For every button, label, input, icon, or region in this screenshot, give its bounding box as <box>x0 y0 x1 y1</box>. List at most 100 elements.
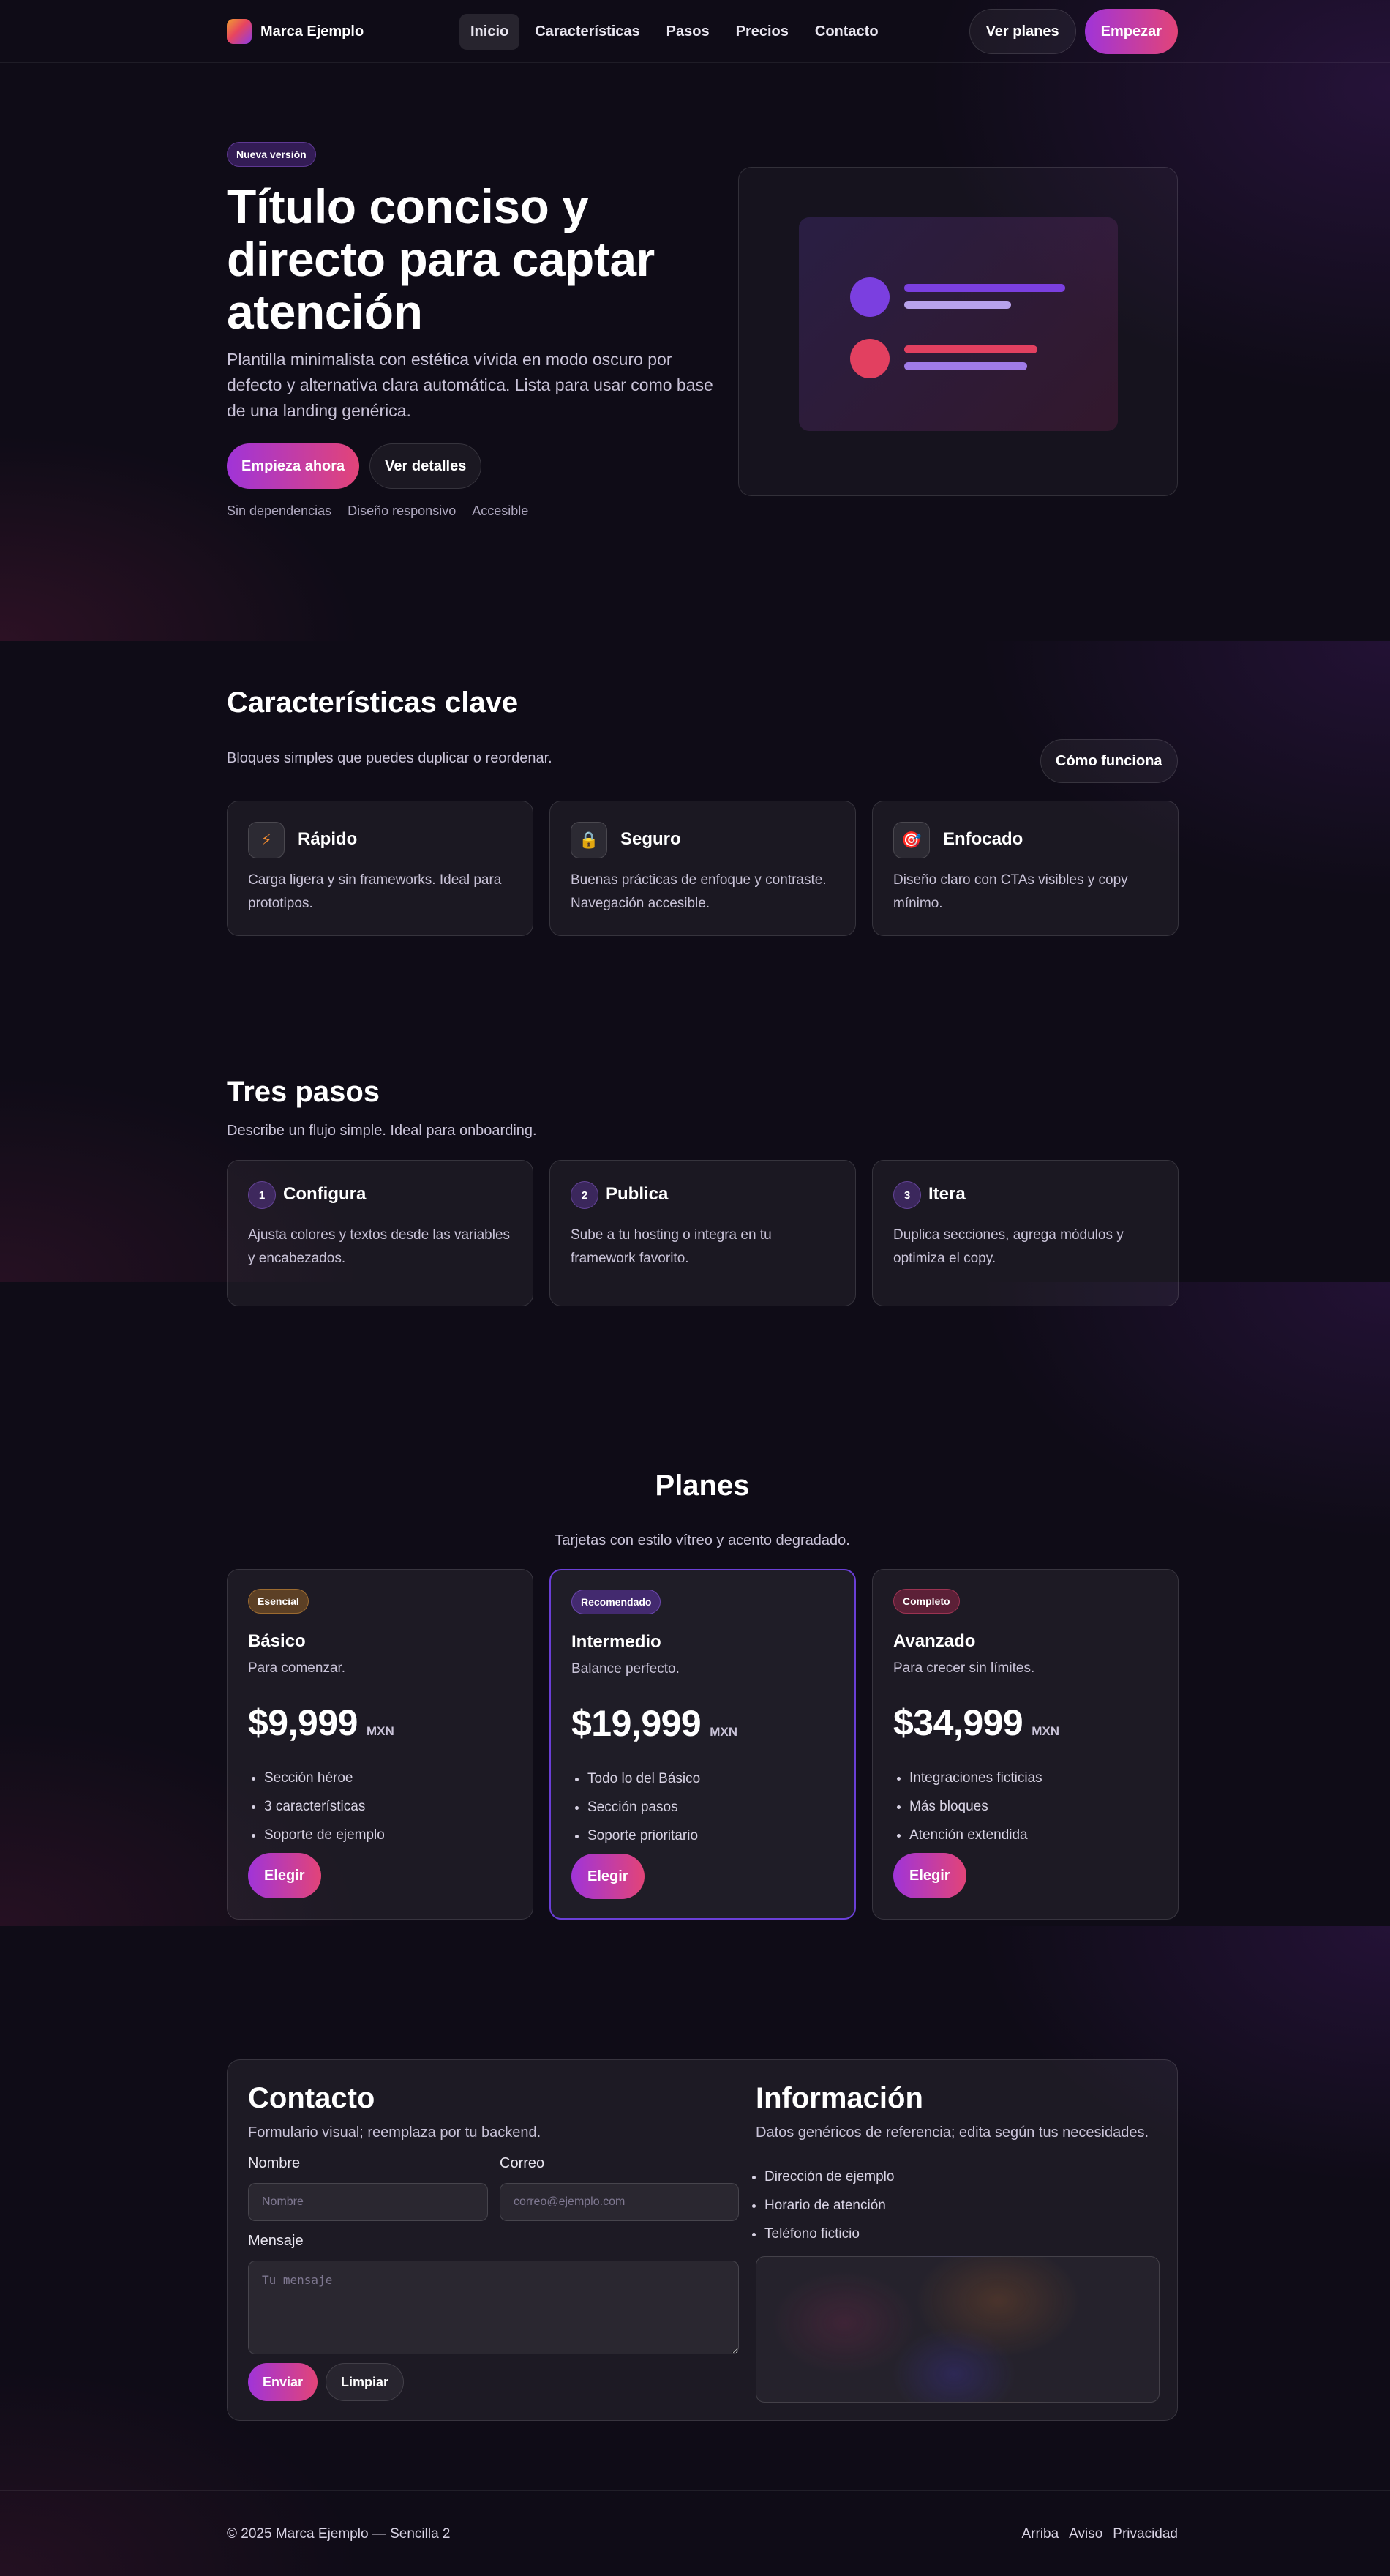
price-amount: $19,999 <box>571 1703 702 1744</box>
illustration-line <box>904 301 1011 309</box>
hero-actions: Empieza ahora Ver detalles <box>227 443 482 489</box>
plan-feature: 3 características <box>264 1792 385 1821</box>
plan-features: Integraciones ficticias Más bloques Aten… <box>909 1764 1042 1849</box>
plan-feature: Todo lo del Básico <box>587 1764 700 1793</box>
email-label: Correo <box>500 2155 545 2171</box>
name-input[interactable] <box>248 2183 488 2221</box>
message-textarea[interactable] <box>248 2261 739 2354</box>
see-details-button[interactable]: Ver detalles <box>369 443 482 489</box>
pricing-title: Planes <box>655 1469 750 1502</box>
step-card: 2 Publica Sube a tu hosting o integra en… <box>549 1160 856 1306</box>
info-item: Horario de atención <box>764 2191 894 2220</box>
feature-title: Seguro <box>620 829 681 849</box>
plan-feature: Soporte de ejemplo <box>264 1821 385 1849</box>
plan-feature: Atención extendida <box>909 1821 1042 1849</box>
nav-item-pasos[interactable]: Pasos <box>655 14 721 50</box>
hero-tag: Accesible <box>472 503 529 518</box>
info-subtitle: Datos genéricos de referencia; edita seg… <box>756 2124 1149 2141</box>
see-plans-button[interactable]: Ver planes <box>969 9 1076 54</box>
step-text: Ajusta colores y textos desde las variab… <box>248 1227 511 1266</box>
start-button[interactable]: Empezar <box>1084 9 1178 54</box>
nav-item-inicio[interactable]: Inicio <box>459 14 520 50</box>
feature-title: Enfocado <box>943 829 1023 849</box>
plan-name: Básico <box>248 1631 306 1651</box>
hero-title: Título conciso y directo para captar ate… <box>227 179 655 339</box>
price-amount: $9,999 <box>248 1702 358 1743</box>
steps-subtitle: Describe un flujo simple. Ideal para onb… <box>227 1123 537 1139</box>
choose-plan-button[interactable]: Elegir <box>248 1853 321 1898</box>
footer-link-arriba[interactable]: Arriba <box>1021 2526 1059 2542</box>
email-input[interactable] <box>500 2183 739 2221</box>
feature-title: Rápido <box>298 829 358 849</box>
price-currency: MXN <box>366 1724 394 1738</box>
plan-badge: Recomendado <box>571 1590 661 1614</box>
footer-link-privacidad[interactable]: Privacidad <box>1113 2526 1178 2542</box>
footer-links: Arriba Aviso Privacidad <box>1021 2526 1178 2542</box>
plan-name: Avanzado <box>893 1631 976 1651</box>
plan-price: $19,999 MXN <box>571 1702 737 1745</box>
step-title: Publica <box>606 1184 669 1204</box>
plan-name: Intermedio <box>571 1632 661 1652</box>
clear-button[interactable]: Limpiar <box>326 2363 405 2401</box>
lightning-icon: ⚡ <box>248 822 285 858</box>
map-placeholder <box>756 2256 1160 2403</box>
feature-card: 🎯 Enfocado Diseño claro con CTAs visible… <box>872 801 1179 936</box>
feature-card: 🔒 Seguro Buenas prácticas de enfoque y c… <box>549 801 856 936</box>
lock-icon: 🔒 <box>571 822 607 858</box>
step-title: Itera <box>928 1184 966 1204</box>
price-amount: $34,999 <box>893 1702 1023 1743</box>
illustration-dot <box>850 339 890 378</box>
contact-title: Contacto <box>248 2082 375 2114</box>
brand-name: Marca Ejemplo <box>260 23 364 40</box>
hero-subtitle: Plantilla minimalista con estética vívid… <box>227 350 713 420</box>
plan-feature: Sección héroe <box>264 1764 385 1792</box>
nav-actions: Ver planes Empezar <box>969 9 1178 54</box>
pricing-subtitle: Tarjetas con estilo vítreo y acento degr… <box>555 1532 850 1549</box>
hero-tag: Diseño responsivo <box>348 503 457 518</box>
hero-badge-wrap: Nueva versión <box>227 142 316 167</box>
nav-item-caracteristicas[interactable]: Características <box>524 14 650 50</box>
choose-plan-button[interactable]: Elegir <box>893 1853 966 1898</box>
contact-card: Contacto Formulario visual; reemplaza po… <box>227 2059 1178 2421</box>
target-icon: 🎯 <box>893 822 930 858</box>
step-text: Sube a tu hosting o integra en tu framew… <box>571 1227 772 1266</box>
nav-item-precios[interactable]: Precios <box>725 14 800 50</box>
price-currency: MXN <box>1032 1724 1060 1738</box>
feature-text: Carga ligera y sin frameworks. Ideal par… <box>248 872 502 911</box>
info-item: Dirección de ejemplo <box>764 2163 894 2191</box>
step-number: 1 <box>248 1181 276 1209</box>
feature-card: ⚡ Rápido Carga ligera y sin frameworks. … <box>227 801 533 936</box>
plan-feature: Más bloques <box>909 1792 1042 1821</box>
plan-badge: Completo <box>893 1589 960 1614</box>
send-button[interactable]: Enviar <box>248 2363 318 2401</box>
brand-logo-icon <box>227 19 252 44</box>
choose-plan-button[interactable]: Elegir <box>571 1854 645 1899</box>
plan-card-avanzado: Completo Avanzado Para crecer sin límite… <box>872 1569 1179 1920</box>
illustration-line <box>904 345 1037 353</box>
info-title: Información <box>756 2082 923 2114</box>
hero-illustration <box>738 167 1178 496</box>
feature-text: Diseño claro con CTAs visibles y copy mí… <box>893 872 1128 911</box>
step-text: Duplica secciones, agrega módulos y opti… <box>893 1227 1124 1266</box>
plan-card-basico: Esencial Básico Para comenzar. $9,999 MX… <box>227 1569 533 1920</box>
plan-feature: Integraciones ficticias <box>909 1764 1042 1792</box>
start-now-button[interactable]: Empieza ahora <box>227 443 360 489</box>
footer-link-aviso[interactable]: Aviso <box>1069 2526 1102 2542</box>
top-navigation: Marca Ejemplo Inicio Características Pas… <box>0 0 1390 63</box>
plan-description: Balance perfecto. <box>571 1661 680 1677</box>
plan-description: Para crecer sin límites. <box>893 1660 1035 1676</box>
plan-feature: Sección pasos <box>587 1793 700 1821</box>
hero-tags: Sin dependencias Diseño responsivo Acces… <box>227 503 528 519</box>
brand[interactable]: Marca Ejemplo <box>227 19 364 44</box>
steps-title: Tres pasos <box>227 1076 380 1108</box>
how-it-works-button[interactable]: Cómo funciona <box>1040 739 1178 783</box>
new-version-badge: Nueva versión <box>227 142 316 167</box>
illustration-line <box>904 284 1065 292</box>
price-currency: MXN <box>710 1725 738 1739</box>
info-list: Dirección de ejemplo Horario de atención… <box>748 2163 894 2248</box>
main-menu: Inicio Características Pasos Precios Con… <box>459 14 890 50</box>
info-item: Teléfono ficticio <box>764 2220 894 2248</box>
message-label: Mensaje <box>248 2233 304 2249</box>
nav-item-contacto[interactable]: Contacto <box>804 14 890 50</box>
features-title: Características clave <box>227 686 519 719</box>
